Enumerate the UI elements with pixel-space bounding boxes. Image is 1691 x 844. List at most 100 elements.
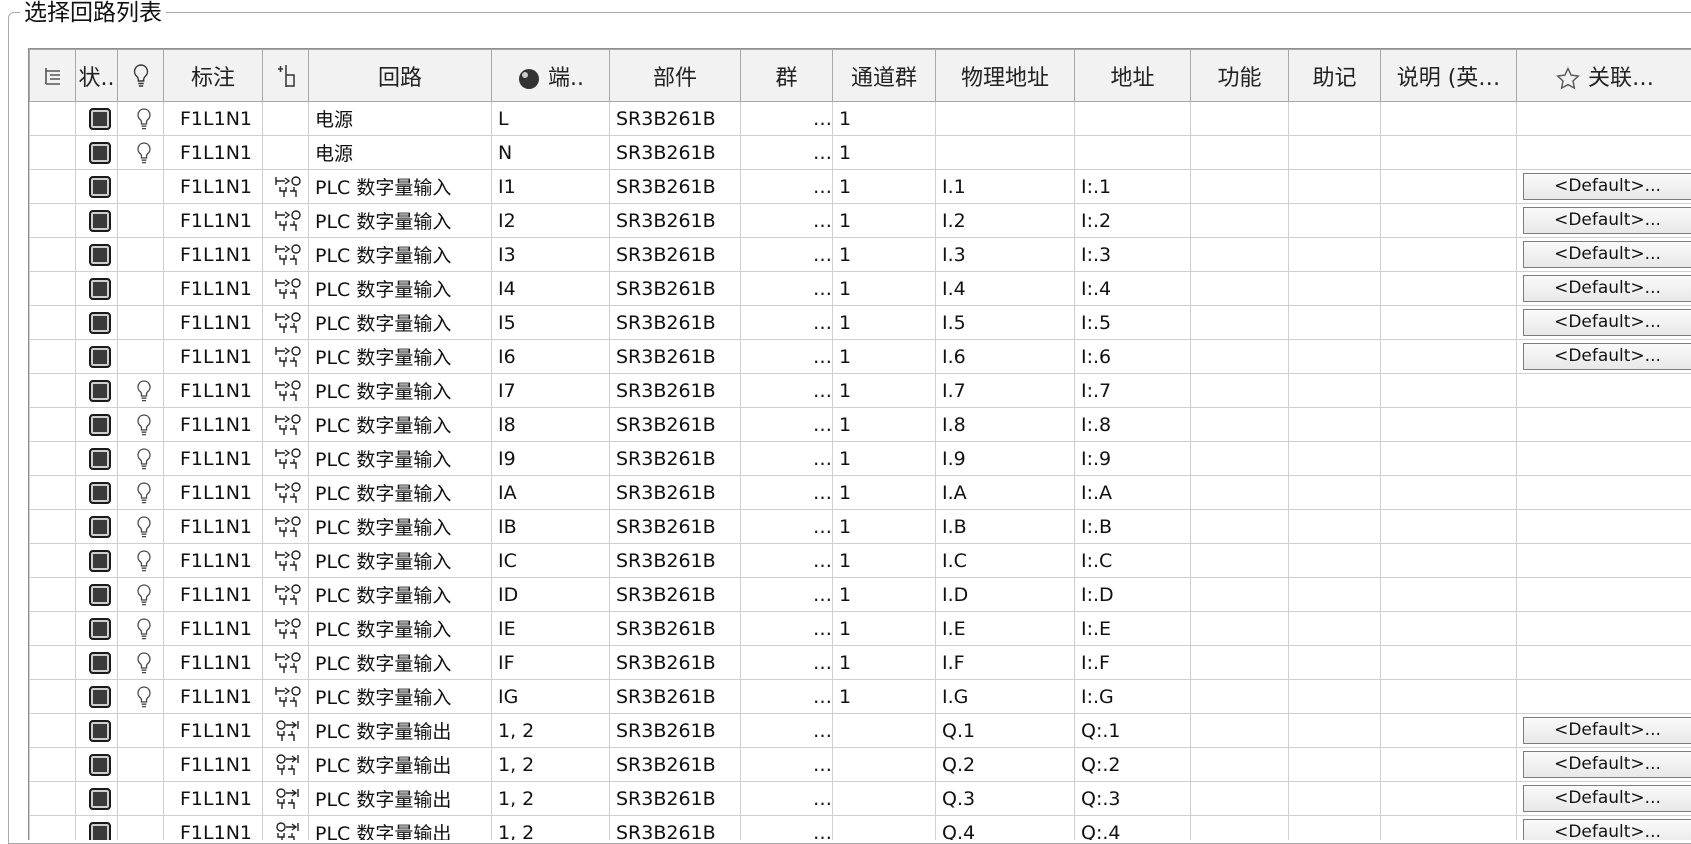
bulb-cell[interactable] (118, 578, 164, 612)
function-column-header[interactable]: 功能 (1191, 50, 1289, 102)
row-select-cell[interactable] (30, 272, 76, 306)
physical-address-cell[interactable]: I.B (936, 510, 1075, 544)
address-cell[interactable]: I:.1 (1075, 170, 1191, 204)
mnemonic-cell[interactable] (1289, 476, 1381, 510)
terminal-cell[interactable]: I6 (492, 340, 610, 374)
function-cell[interactable] (1191, 612, 1289, 646)
table-row[interactable]: F1L1N1PLC 数字量输入I5SR3B261B…1I.5I:.5<Defau… (30, 306, 1691, 340)
part-cell[interactable]: SR3B261B (610, 306, 741, 340)
status-cell[interactable] (76, 714, 118, 748)
mnemonic-cell[interactable] (1289, 646, 1381, 680)
bulb-cell[interactable] (118, 102, 164, 136)
bulb-cell[interactable] (118, 204, 164, 238)
relation-default-button[interactable]: <Default>... (1523, 785, 1691, 812)
status-cell[interactable] (76, 612, 118, 646)
part-cell[interactable]: SR3B261B (610, 238, 741, 272)
status-cell[interactable] (76, 272, 118, 306)
address-cell[interactable]: I:.F (1075, 646, 1191, 680)
bulb-cell[interactable] (118, 238, 164, 272)
status-cell[interactable] (76, 408, 118, 442)
relation-cell[interactable] (1517, 646, 1691, 680)
row-select-cell[interactable] (30, 374, 76, 408)
relation-cell[interactable] (1517, 442, 1691, 476)
relation-cell[interactable] (1517, 476, 1691, 510)
mark-cell[interactable]: F1L1N1 (164, 612, 263, 646)
terminal-cell[interactable]: I4 (492, 272, 610, 306)
channel-group-cell[interactable]: 1 (833, 374, 936, 408)
circuit-grid[interactable]: 状.. 标注 回路 端 (28, 48, 1691, 840)
group-cell[interactable]: … (741, 136, 833, 170)
part-cell[interactable]: SR3B261B (610, 816, 741, 841)
terminal-cell[interactable]: IA (492, 476, 610, 510)
mnemonic-cell[interactable] (1289, 272, 1381, 306)
description-cell[interactable] (1381, 816, 1517, 841)
group-cell[interactable]: … (741, 578, 833, 612)
description-cell[interactable] (1381, 510, 1517, 544)
mark-cell[interactable]: F1L1N1 (164, 442, 263, 476)
mark-cell[interactable]: F1L1N1 (164, 204, 263, 238)
description-cell[interactable] (1381, 612, 1517, 646)
address-cell[interactable]: Q:.1 (1075, 714, 1191, 748)
part-cell[interactable]: SR3B261B (610, 748, 741, 782)
relation-default-button[interactable]: <Default>... (1523, 751, 1691, 778)
table-row[interactable]: F1L1N1电源LSR3B261B…1 (30, 102, 1691, 136)
physical-address-cell[interactable]: I.6 (936, 340, 1075, 374)
function-cell[interactable] (1191, 306, 1289, 340)
part-cell[interactable]: SR3B261B (610, 680, 741, 714)
bulb-cell[interactable] (118, 374, 164, 408)
circuit-cell[interactable]: PLC 数字量输入 (309, 408, 492, 442)
status-cell[interactable] (76, 680, 118, 714)
circuit-cell[interactable]: PLC 数字量输入 (309, 272, 492, 306)
terminal-cell[interactable]: I8 (492, 408, 610, 442)
description-cell[interactable] (1381, 102, 1517, 136)
table-row[interactable]: F1L1N1PLC 数字量输入IESR3B261B…1I.EI:.E (30, 612, 1691, 646)
physical-address-cell[interactable]: I.D (936, 578, 1075, 612)
address-cell[interactable]: I:.G (1075, 680, 1191, 714)
circuit-cell[interactable]: PLC 数字量输入 (309, 238, 492, 272)
mnemonic-cell[interactable] (1289, 510, 1381, 544)
terminal-cell[interactable]: IF (492, 646, 610, 680)
bulb-cell[interactable] (118, 136, 164, 170)
physical-address-cell[interactable]: I.2 (936, 204, 1075, 238)
status-cell[interactable] (76, 340, 118, 374)
relation-cell[interactable]: <Default>... (1517, 238, 1691, 272)
table-row[interactable]: F1L1N1PLC 数字量输出1, 2SR3B261B…Q.2Q:.2<Defa… (30, 748, 1691, 782)
mnemonic-cell[interactable] (1289, 782, 1381, 816)
part-cell[interactable]: SR3B261B (610, 170, 741, 204)
relation-cell[interactable]: <Default>... (1517, 714, 1691, 748)
circuit-cell[interactable]: PLC 数字量输入 (309, 510, 492, 544)
group-cell[interactable]: … (741, 612, 833, 646)
mnemonic-cell[interactable] (1289, 544, 1381, 578)
row-select-cell[interactable] (30, 136, 76, 170)
physical-address-cell[interactable]: I.3 (936, 238, 1075, 272)
description-cell[interactable] (1381, 442, 1517, 476)
physical-address-cell[interactable]: I.C (936, 544, 1075, 578)
group-cell[interactable]: … (741, 238, 833, 272)
channel-group-cell[interactable] (833, 816, 936, 841)
mark-cell[interactable]: F1L1N1 (164, 646, 263, 680)
group-cell[interactable]: … (741, 782, 833, 816)
relation-column-header[interactable]: 关联… (1517, 50, 1691, 102)
table-row[interactable]: F1L1N1PLC 数字量输出1, 2SR3B261B…Q.1Q:.1<Defa… (30, 714, 1691, 748)
address-cell[interactable]: I:.A (1075, 476, 1191, 510)
part-cell[interactable]: SR3B261B (610, 374, 741, 408)
part-cell[interactable]: SR3B261B (610, 646, 741, 680)
symbol-cell[interactable] (263, 578, 309, 612)
circuit-cell[interactable]: PLC 数字量输入 (309, 476, 492, 510)
mnemonic-cell[interactable] (1289, 612, 1381, 646)
status-cell[interactable] (76, 544, 118, 578)
relation-default-button[interactable]: <Default>... (1523, 343, 1691, 370)
address-cell[interactable]: I:.9 (1075, 442, 1191, 476)
mark-cell[interactable]: F1L1N1 (164, 476, 263, 510)
physical-address-cell[interactable]: I.1 (936, 170, 1075, 204)
channel-group-cell[interactable]: 1 (833, 476, 936, 510)
mark-cell[interactable]: F1L1N1 (164, 510, 263, 544)
description-cell[interactable] (1381, 408, 1517, 442)
table-row[interactable]: F1L1N1PLC 数字量输入I3SR3B261B…1I.3I:.3<Defau… (30, 238, 1691, 272)
part-cell[interactable]: SR3B261B (610, 714, 741, 748)
mnemonic-cell[interactable] (1289, 680, 1381, 714)
relation-cell[interactable]: <Default>... (1517, 816, 1691, 841)
group-cell[interactable]: … (741, 646, 833, 680)
row-select-cell[interactable] (30, 102, 76, 136)
bulb-cell[interactable] (118, 510, 164, 544)
